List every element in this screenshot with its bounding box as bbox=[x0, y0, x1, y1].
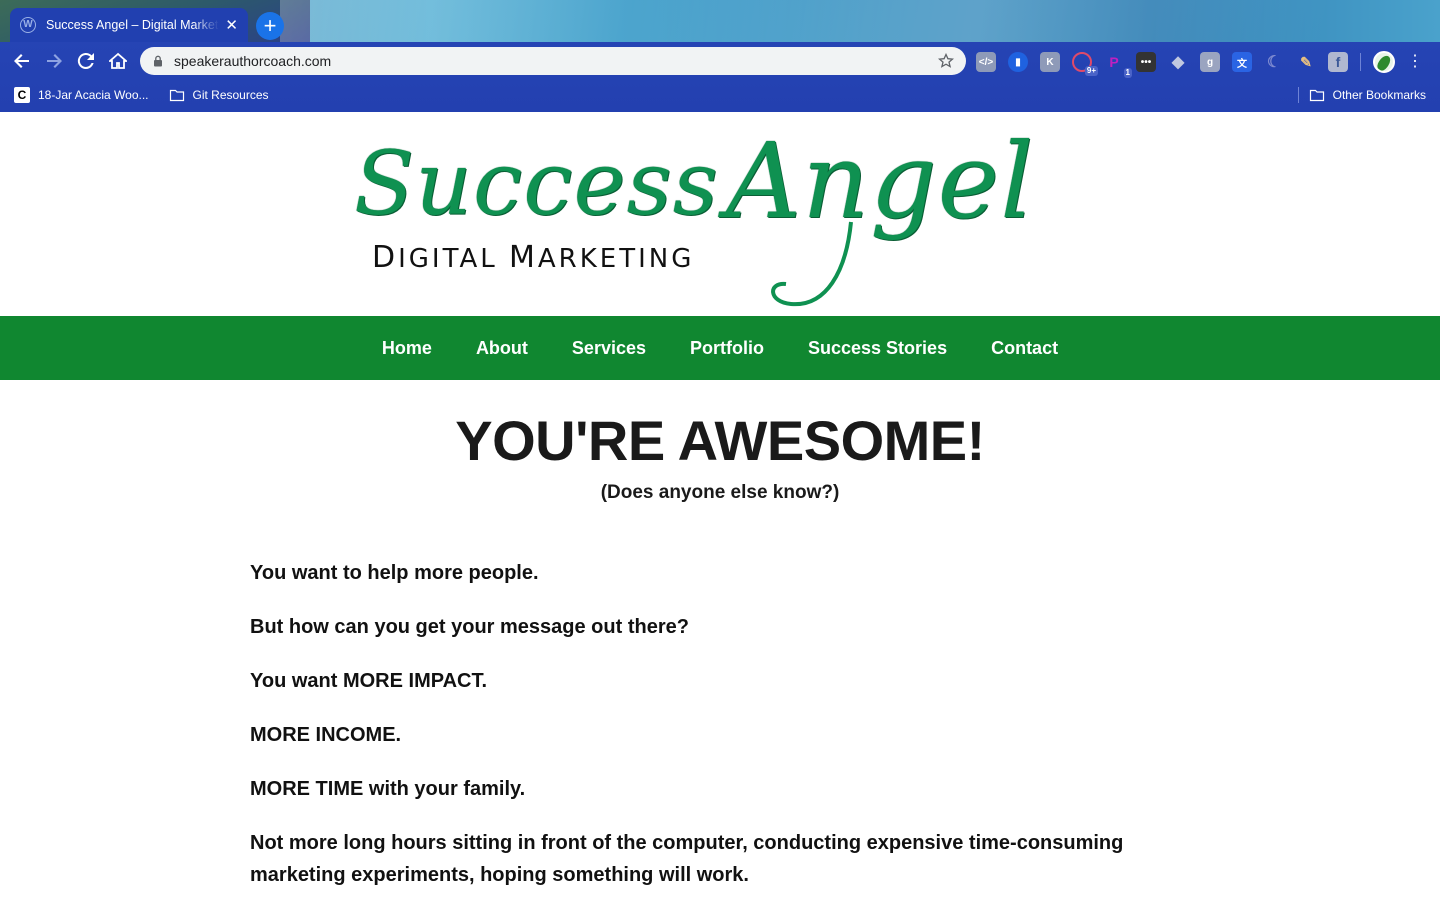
bookmarks-bar: C 18-Jar Acacia Woo... Git Resources Oth… bbox=[0, 82, 1440, 108]
home-button[interactable] bbox=[102, 45, 134, 77]
nav-services[interactable]: Services bbox=[572, 338, 646, 359]
theme-background-wave bbox=[280, 0, 1440, 42]
nav-home[interactable]: Home bbox=[382, 338, 432, 359]
translate-icon[interactable]: 文 bbox=[1232, 52, 1252, 72]
bookmarks-divider bbox=[1297, 87, 1299, 103]
facebook-icon[interactable]: f bbox=[1328, 52, 1348, 72]
tab-strip: W Success Angel – Digital Marketing ✕ + bbox=[0, 0, 1440, 42]
logo-subtitle: DIGITAL MARKETING bbox=[372, 240, 694, 275]
code-view-icon[interactable]: </> bbox=[976, 52, 996, 72]
paragraph: You want MORE IMPACT. bbox=[250, 670, 488, 692]
nav-portfolio[interactable]: Portfolio bbox=[690, 338, 764, 359]
puzzle-icon[interactable]: ◆ bbox=[1168, 52, 1188, 72]
paragraph: MORE TIME with your family. bbox=[250, 778, 526, 800]
hero-subtitle: (Does anyone else know?) bbox=[600, 482, 840, 503]
logo-flourish bbox=[771, 221, 853, 307]
nav-success-stories[interactable]: Success Stories bbox=[808, 338, 947, 359]
bookmark-blue-icon[interactable]: ▮ bbox=[1008, 52, 1028, 72]
logo-subtitle-cap-m: M bbox=[509, 240, 538, 275]
logo-subtitle-cap-d: D bbox=[372, 240, 399, 275]
chrome-menu-icon[interactable]: ⋮ bbox=[1407, 54, 1423, 70]
extension-badge: 9+ bbox=[1084, 66, 1098, 76]
nav-contact[interactable]: Contact bbox=[991, 338, 1058, 359]
logo-subtitle-rest-1: IGITAL bbox=[398, 244, 509, 274]
extension-badge: 1 bbox=[1123, 68, 1132, 78]
address-bar[interactable]: speakerauthorcoach.com bbox=[140, 47, 966, 75]
profile-avatar[interactable] bbox=[1373, 51, 1395, 73]
lastpass-icon[interactable]: 9+ bbox=[1072, 52, 1098, 76]
bookmark-label: 18-Jar Acacia Woo... bbox=[38, 88, 149, 102]
bookmark-star-icon[interactable] bbox=[938, 53, 954, 69]
home-icon bbox=[109, 52, 127, 69]
paragraph: Not more long hours sitting in front of … bbox=[250, 832, 1124, 886]
arrow-left-icon bbox=[14, 54, 29, 68]
more-dots-extension-icon[interactable]: ••• bbox=[1136, 52, 1156, 72]
forward-button[interactable] bbox=[38, 45, 70, 77]
nav-about[interactable]: About bbox=[476, 338, 528, 359]
toolbar-divider bbox=[1360, 53, 1361, 71]
logo-subtitle-rest-2: ARKETING bbox=[537, 244, 695, 274]
paragraph: MORE INCOME. bbox=[250, 724, 402, 746]
extensions-row: </> ▮ K 9+ P 1 ••• ◆ g 文 ☾ ✎ f ⋮ bbox=[976, 50, 1423, 78]
hero-title: YOU'RE AWESOME! bbox=[455, 409, 985, 472]
url-text: speakerauthorcoach.com bbox=[174, 53, 332, 69]
bookmark-label: Git Resources bbox=[192, 88, 269, 102]
c-site-icon: C bbox=[14, 87, 30, 103]
arrow-right-icon bbox=[47, 54, 62, 68]
folder-icon bbox=[169, 89, 184, 102]
new-tab-button[interactable]: + bbox=[256, 12, 284, 40]
bookmark-acacia[interactable]: C 18-Jar Acacia Woo... bbox=[14, 87, 149, 103]
paragraph: You want to help more people. bbox=[250, 562, 539, 584]
folder-icon bbox=[1309, 89, 1324, 102]
main-navigation: Home About Services Portfolio Success St… bbox=[0, 316, 1440, 380]
other-bookmarks-label: Other Bookmarks bbox=[1332, 88, 1426, 102]
wordpress-icon: W bbox=[20, 17, 36, 33]
intro-copy: You want to help more people. But how ca… bbox=[250, 557, 1190, 913]
browser-chrome: W Success Angel – Digital Marketing ✕ + … bbox=[0, 0, 1440, 112]
reload-icon bbox=[77, 52, 94, 69]
google-icon[interactable]: g bbox=[1200, 52, 1220, 72]
paragraph: But how can you get your message out the… bbox=[250, 616, 689, 638]
other-bookmarks-area: Other Bookmarks bbox=[1297, 82, 1426, 108]
close-tab-icon[interactable]: ✕ bbox=[225, 16, 238, 34]
back-button[interactable] bbox=[6, 45, 38, 77]
tab-title: Success Angel – Digital Marketing bbox=[46, 18, 220, 32]
site-logo[interactable]: Success Angel DIGITAL MARKETING bbox=[346, 112, 1106, 316]
eyedropper-icon[interactable]: ✎ bbox=[1296, 52, 1316, 72]
browser-tab-active[interactable]: W Success Angel – Digital Marketing ✕ bbox=[10, 8, 248, 42]
web-page: Success Angel DIGITAL MARKETING Home Abo… bbox=[0, 112, 1440, 900]
logo-script-success: Success bbox=[354, 132, 719, 235]
browser-toolbar: speakerauthorcoach.com </> ▮ K 9+ P 1 ••… bbox=[0, 42, 1440, 80]
dark-reader-icon[interactable]: ☾ bbox=[1264, 52, 1284, 72]
keyboard-icon[interactable]: K bbox=[1040, 52, 1060, 72]
lock-icon bbox=[154, 55, 162, 67]
reload-button[interactable] bbox=[70, 45, 102, 77]
bookmark-folder-git[interactable]: Git Resources bbox=[169, 87, 269, 103]
p-extension-icon[interactable]: P 1 bbox=[1104, 52, 1132, 78]
other-bookmarks-folder[interactable]: Other Bookmarks bbox=[1309, 87, 1426, 103]
